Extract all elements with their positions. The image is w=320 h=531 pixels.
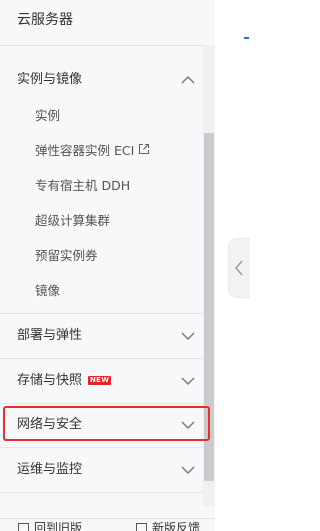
sidebar-title: 云服务器	[17, 12, 73, 28]
sidebar: 云服务器 实例与镜像 实例 弹性容器实例 ECI 专有宿主机 DDH 超级计算集…	[0, 0, 215, 531]
group-label: 实例与镜像	[17, 72, 83, 87]
chevron-down-icon	[180, 462, 196, 478]
group-header-ops-monitoring[interactable]: 运维与监控	[0, 448, 203, 492]
feedback-button[interactable]: 新版反馈	[136, 520, 200, 531]
sidebar-item-label: 弹性容器实例 ECI	[35, 143, 135, 158]
chevron-down-icon	[180, 328, 196, 344]
sidebar-collapse-button[interactable]	[228, 238, 250, 298]
group-header-network-security[interactable]: 网络与安全	[0, 403, 203, 447]
divider	[0, 45, 203, 46]
sidebar-item-images[interactable]: 镜像	[35, 280, 60, 302]
group-header-deployment-elasticity[interactable]: 部署与弹性	[0, 314, 203, 358]
chevron-down-icon	[180, 373, 196, 389]
sidebar-item-supercomputing-cluster[interactable]: 超级计算集群	[35, 210, 110, 232]
divider	[0, 492, 203, 493]
group-label: 运维与监控	[17, 462, 83, 477]
chevron-up-icon	[180, 72, 196, 88]
sidebar-item-ddh[interactable]: 专有宿主机 DDH	[35, 175, 130, 197]
sidebar-item-instances[interactable]: 实例	[35, 105, 60, 127]
group-label: 网络与安全	[17, 417, 83, 432]
chevron-down-icon	[180, 417, 196, 433]
group-label: 存储与快照 NEW	[17, 372, 112, 390]
group-header-storage-snapshots[interactable]: 存储与快照 NEW	[0, 359, 203, 403]
group-label: 部署与弹性	[17, 328, 83, 343]
footer-label: 新版反馈	[152, 521, 201, 531]
new-badge: NEW	[88, 376, 112, 385]
back-icon	[18, 523, 29, 531]
back-to-old-version-button[interactable]: 回到旧版	[18, 520, 82, 531]
sidebar-item-eci[interactable]: 弹性容器实例 ECI	[35, 140, 150, 162]
accent-mark	[244, 37, 249, 39]
group-label-text: 存储与快照	[17, 373, 83, 388]
external-link-icon	[138, 140, 150, 162]
group-header-instances-images[interactable]: 实例与镜像	[0, 58, 203, 102]
feedback-icon	[136, 523, 147, 531]
footer-label: 回到旧版	[34, 521, 83, 531]
chevron-left-icon	[235, 260, 243, 276]
sidebar-footer: 回到旧版 新版反馈	[0, 518, 215, 531]
scrollbar-thumb[interactable]	[204, 133, 214, 481]
sidebar-item-reserved-instance[interactable]: 预留实例券	[35, 245, 98, 267]
